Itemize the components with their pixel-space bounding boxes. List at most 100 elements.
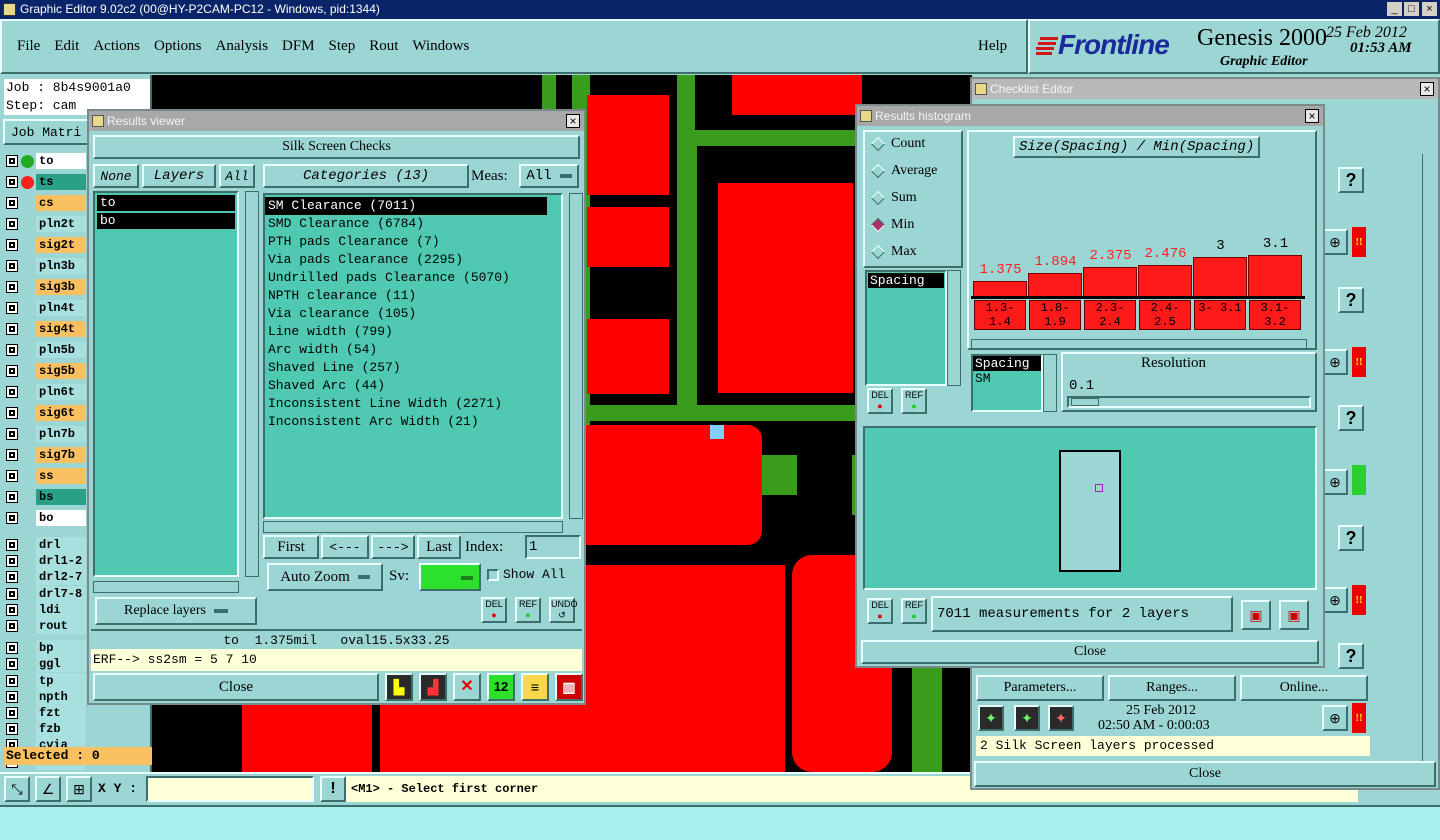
layer-name[interactable]: drl2-7 — [36, 569, 86, 586]
histogram-range-label[interactable]: 3.1- 3.2 — [1249, 300, 1301, 330]
histogram-bar[interactable] — [973, 281, 1027, 296]
close-icon[interactable]: × — [1420, 82, 1434, 96]
viewer-close-button[interactable]: Close — [93, 673, 379, 701]
histogram-hscroll[interactable] — [971, 339, 1307, 349]
category-item[interactable]: Line width (799) — [265, 323, 561, 341]
layer-row[interactable]: to — [6, 153, 86, 169]
histogram-range-label[interactable]: 2.3- 2.4 — [1084, 300, 1136, 330]
histogram-range-label[interactable]: 3- 3.1 — [1194, 300, 1246, 330]
layer-checkbox[interactable] — [6, 155, 18, 167]
histogram-range-label[interactable]: 1.3- 1.4 — [974, 300, 1026, 330]
layer-checkbox[interactable] — [6, 239, 18, 251]
layer-checkbox[interactable] — [6, 344, 18, 356]
histogram-bar[interactable] — [1248, 255, 1302, 296]
histogram-bar[interactable] — [1138, 265, 1192, 296]
layer-name[interactable]: drl7-8 — [36, 585, 86, 602]
sv-color-dropdown[interactable] — [419, 563, 481, 591]
zoom-icon[interactable]: ⊕ — [1322, 469, 1348, 495]
layer-row[interactable]: sig5b — [6, 363, 86, 379]
replace-layers-dropdown[interactable]: Replace layers — [95, 597, 257, 625]
run-all-icon[interactable]: ✦ — [1014, 705, 1040, 731]
layer-name[interactable]: pln5b — [36, 342, 86, 358]
layer-checkbox[interactable] — [6, 407, 18, 419]
undo-icon[interactable]: UNDO ↺ — [549, 597, 578, 623]
layer-row[interactable]: drl2-7 — [6, 569, 86, 586]
layer-row[interactable]: pln3b — [6, 258, 86, 274]
menu-file[interactable]: File — [10, 38, 47, 55]
layer-name[interactable]: sig6t — [36, 405, 86, 421]
layer-row[interactable]: pln4t — [6, 300, 86, 316]
stop-icon[interactable]: ✦ — [1048, 705, 1074, 731]
spacing-item[interactable]: SM — [973, 371, 1041, 386]
layer-list-vscroll[interactable] — [245, 191, 259, 577]
layer-name[interactable]: pln3b — [36, 258, 86, 274]
histogram-bar[interactable] — [1028, 273, 1082, 296]
layer-checkbox[interactable] — [6, 690, 18, 703]
meas-dropdown[interactable]: All — [519, 164, 579, 188]
all-button[interactable]: All — [219, 164, 255, 188]
layer-row[interactable]: drl1-2 — [6, 553, 86, 570]
del-icon[interactable]: DEL ● — [481, 597, 507, 623]
layer-checkbox[interactable] — [6, 197, 18, 209]
layer-checkbox[interactable] — [6, 555, 18, 568]
ref-icon[interactable]: REF ● — [901, 388, 927, 414]
layer-row[interactable]: tp — [6, 672, 86, 689]
online-button[interactable]: Online... — [1240, 675, 1368, 701]
menu-options[interactable]: Options — [147, 38, 209, 55]
close-icon[interactable]: × — [566, 114, 580, 128]
layer-checkbox[interactable] — [6, 323, 18, 335]
help-icon[interactable]: ? — [1338, 643, 1364, 669]
layer-row[interactable]: bs — [6, 489, 86, 505]
layer-name[interactable]: ldi — [36, 601, 86, 618]
menu-windows[interactable]: Windows — [405, 38, 476, 55]
maximize-icon[interactable]: □ — [1404, 2, 1419, 16]
category-item[interactable]: Inconsistent Arc Width (21) — [265, 413, 561, 431]
layer-row[interactable]: pln6t — [6, 384, 86, 400]
layer-name[interactable]: ts — [36, 174, 86, 190]
menu-analysis[interactable]: Analysis — [209, 38, 276, 55]
highlight-icon[interactable]: ▙ — [385, 673, 413, 701]
layer-name[interactable]: sig7b — [36, 447, 86, 463]
auto-zoom-dropdown[interactable]: Auto Zoom — [267, 563, 383, 591]
layer-row[interactable]: npth — [6, 688, 86, 705]
layer-row[interactable]: rout — [6, 618, 86, 634]
layer-row[interactable]: sig2t — [6, 237, 86, 253]
measure-icon[interactable]: ∠ — [35, 776, 61, 802]
layer-row[interactable]: ldi — [6, 601, 86, 618]
del-icon[interactable]: DEL ● — [867, 598, 893, 624]
category-item[interactable]: Undrilled pads Clearance (5070) — [265, 269, 561, 287]
layer-row[interactable]: sig6t — [6, 405, 86, 421]
layer-checkbox[interactable] — [6, 642, 18, 655]
counter-icon[interactable]: 12 — [487, 673, 515, 701]
menu-dfm[interactable]: DFM — [275, 38, 322, 55]
histogram-close-button[interactable]: Close — [861, 640, 1319, 664]
first-button[interactable]: First — [263, 535, 319, 559]
layer-checkbox[interactable] — [6, 587, 18, 600]
category-item[interactable]: SMD Clearance (6784) — [265, 215, 561, 233]
layer-row[interactable]: bp — [6, 640, 86, 657]
layer-name[interactable]: pln4t — [36, 300, 86, 316]
category-list[interactable]: SM Clearance (7011) SMD Clearance (6784) P… — [263, 193, 563, 519]
layer-checkbox[interactable] — [6, 470, 18, 482]
layer-name[interactable]: bp — [36, 640, 86, 657]
layer-row[interactable]: sig3b — [6, 279, 86, 295]
xy-input[interactable] — [146, 776, 314, 802]
layer-checkbox[interactable] — [6, 260, 18, 272]
layer-name[interactable]: sig4t — [36, 321, 86, 337]
layer-name[interactable]: bs — [36, 489, 86, 505]
layer-checkbox[interactable] — [6, 449, 18, 461]
layer-name[interactable]: rout — [36, 618, 86, 634]
layer-row[interactable]: fzt — [6, 705, 86, 721]
measure-item[interactable]: Spacing — [868, 273, 944, 288]
window-menu-icon[interactable] — [92, 115, 104, 127]
layer-checkbox[interactable] — [6, 176, 18, 188]
layer-name[interactable]: sig3b — [36, 279, 86, 295]
layer-row[interactable]: ts — [6, 174, 86, 190]
layer-row[interactable]: sig7b — [6, 447, 86, 463]
category-item[interactable]: Via pads Clearance (2295) — [265, 251, 561, 269]
layer-checkbox[interactable] — [6, 218, 18, 230]
layer-row[interactable]: pln5b — [6, 342, 86, 358]
layer-row[interactable]: fzb — [6, 721, 86, 738]
layer-name[interactable]: pln6t — [36, 384, 86, 400]
layer-checkbox[interactable] — [6, 302, 18, 314]
